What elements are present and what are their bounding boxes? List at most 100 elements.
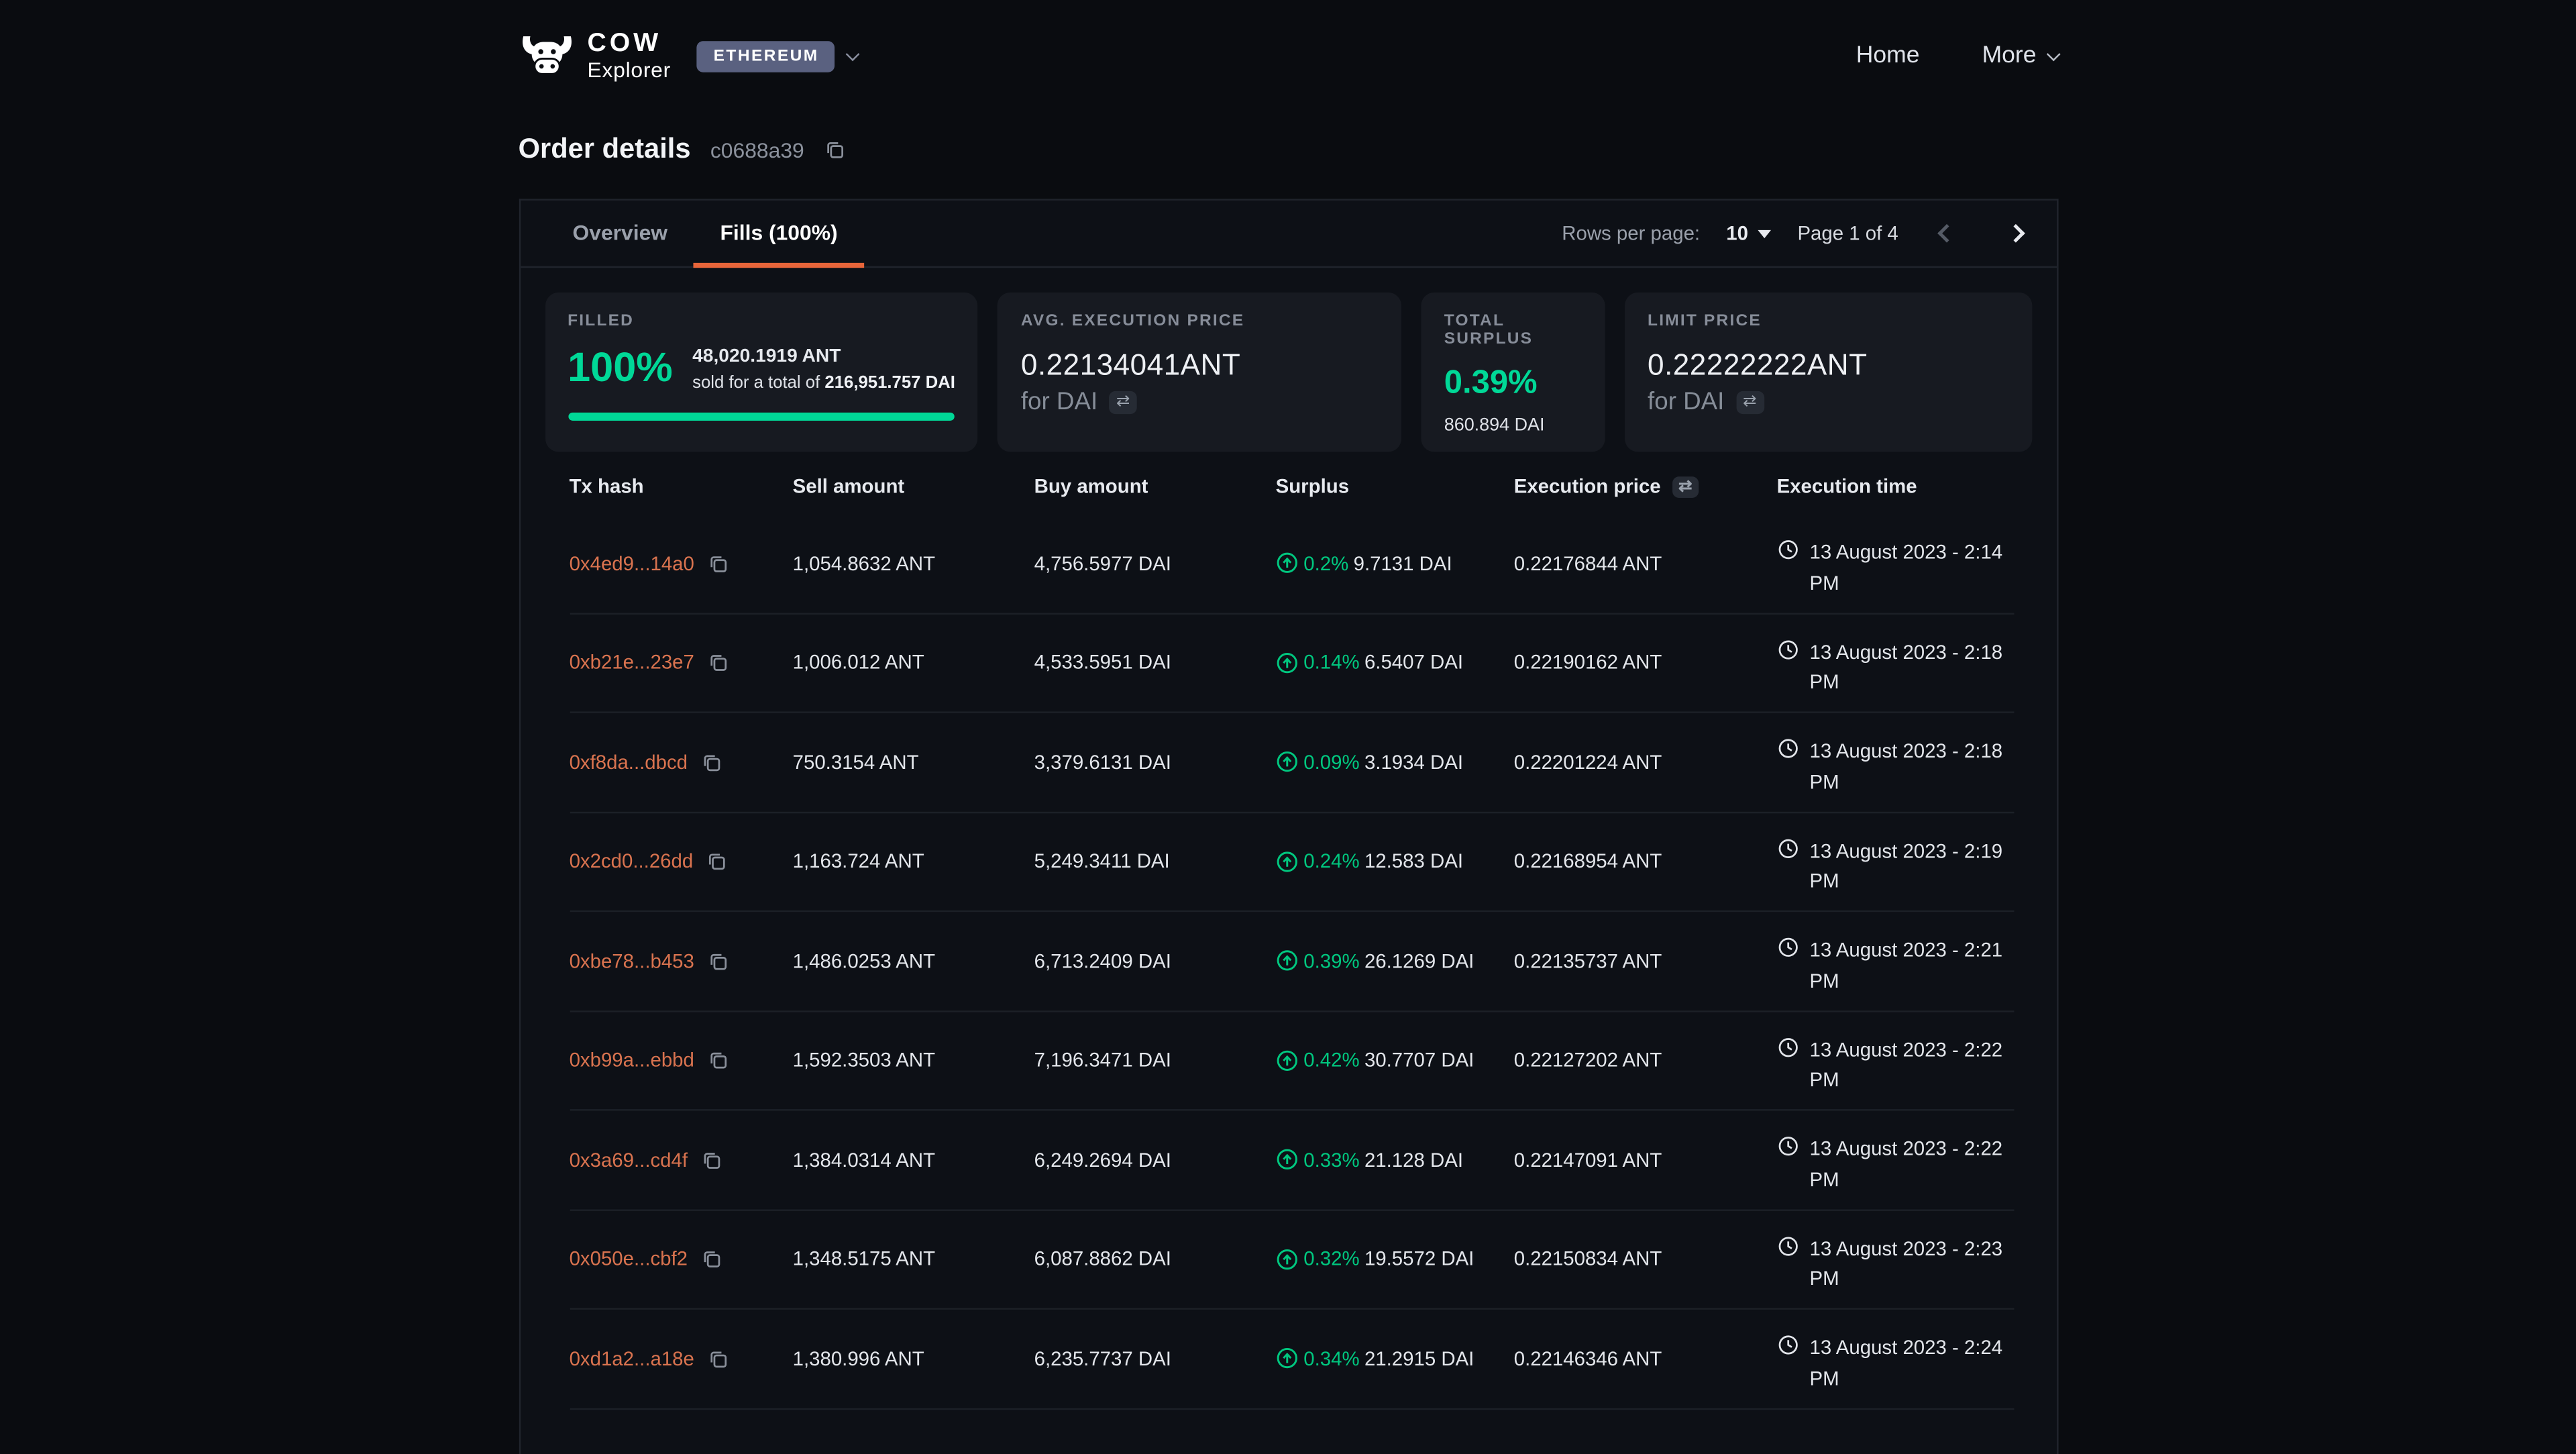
swap-icon[interactable]: ⇄ <box>1109 391 1137 413</box>
tx-hash-link[interactable]: 0x4ed9...14a0 <box>570 552 694 574</box>
clock-icon <box>1777 837 1799 859</box>
top-nav: Home More <box>1856 43 2058 69</box>
col-execution-time: Execution time <box>1777 475 2014 498</box>
buy-amount: 6,235.7737 DAI <box>1034 1347 1276 1370</box>
limit-price-label: LIMIT PRICE <box>1648 312 2008 330</box>
summary-cards: FILLED 100% 48,020.1919 ANT sold for a t… <box>520 268 2056 452</box>
tx-hash-link[interactable]: 0xf8da...dbcd <box>570 751 688 774</box>
filled-sold-total: sold for a total of 216,951.757 DAI <box>692 370 955 394</box>
surplus-amount: 12.583 DAI <box>1364 850 1463 873</box>
table-row: 0x2cd0...26dd 1,163.724 ANT 5,249.3411 D… <box>570 813 2014 912</box>
total-surplus-label: TOTAL SURPLUS <box>1444 312 1582 348</box>
cow-icon <box>519 34 574 77</box>
tx-hash-link[interactable]: 0xd1a2...a18e <box>570 1347 694 1370</box>
filled-progress-fill <box>568 412 955 420</box>
tab-overview[interactable]: Overview <box>546 201 694 267</box>
table-row: 0x3a69...cd4f 1,384.0314 ANT 6,249.2694 … <box>570 1111 2014 1210</box>
surplus-up-icon <box>1276 1348 1297 1369</box>
swap-icon[interactable]: ⇄ <box>1672 476 1699 497</box>
network-selector[interactable]: ETHEREUM <box>697 40 858 72</box>
rows-per-page-select[interactable]: 10 <box>1726 222 1771 245</box>
copy-icon[interactable] <box>707 951 727 970</box>
copy-icon[interactable] <box>701 752 720 772</box>
copy-icon[interactable] <box>707 653 727 672</box>
surplus-percent: 0.39% <box>1303 949 1359 972</box>
filled-amount: 48,020.1919 ANT <box>692 345 955 370</box>
sell-amount: 1,592.3503 ANT <box>793 1049 1034 1072</box>
execution-price: 0.22147091 ANT <box>1514 1148 1777 1171</box>
surplus-amount: 3.1934 DAI <box>1364 751 1463 774</box>
network-badge[interactable]: ETHEREUM <box>697 40 835 72</box>
prev-page-button[interactable] <box>1925 212 1968 255</box>
buy-amount: 5,249.3411 DAI <box>1034 850 1276 873</box>
sell-amount: 1,384.0314 ANT <box>793 1148 1034 1171</box>
avg-price-value: 0.22134041ANT <box>1021 348 1379 382</box>
filled-card: FILLED 100% 48,020.1919 ANT sold for a t… <box>545 293 978 452</box>
surplus-amount: 30.7707 DAI <box>1364 1049 1474 1072</box>
tx-hash-link[interactable]: 0x050e...cbf2 <box>570 1247 688 1270</box>
copy-icon[interactable] <box>701 1150 720 1170</box>
avg-price-per: for DAI <box>1021 388 1097 416</box>
buy-amount: 6,087.8862 DAI <box>1034 1247 1276 1270</box>
tab-fills[interactable]: Fills (100%) <box>694 201 864 267</box>
copy-icon[interactable] <box>706 851 726 871</box>
sell-amount: 1,380.996 ANT <box>793 1347 1034 1370</box>
logo-title: COW <box>588 31 671 58</box>
table-row: 0x4ed9...14a0 1,054.8632 ANT 4,756.5977 … <box>570 515 2014 614</box>
copy-icon[interactable] <box>707 1349 727 1368</box>
execution-time: 13 August 2023 - 2:24 PM <box>1810 1333 2014 1394</box>
rows-per-page-label: Rows per page: <box>1562 222 1700 245</box>
col-buy-amount: Buy amount <box>1034 475 1276 498</box>
fills-table-body: 0x4ed9...14a0 1,054.8632 ANT 4,756.5977 … <box>570 515 2014 1409</box>
surplus-up-icon <box>1276 652 1297 674</box>
limit-price-per: for DAI <box>1648 388 1724 416</box>
execution-price: 0.22190162 ANT <box>1514 651 1777 674</box>
tx-hash-link[interactable]: 0x3a69...cd4f <box>570 1148 688 1171</box>
table-row: 0xb21e...23e7 1,006.012 ANT 4,533.5951 D… <box>570 614 2014 713</box>
avg-execution-price-card: AVG. EXECUTION PRICE 0.22134041ANT for D… <box>998 293 1401 452</box>
sell-amount: 1,006.012 ANT <box>793 651 1034 674</box>
buy-amount: 6,249.2694 DAI <box>1034 1148 1276 1171</box>
surplus-percent: 0.24% <box>1303 850 1359 873</box>
col-tx-hash: Tx hash <box>570 475 793 498</box>
surplus-percent: 0.34% <box>1303 1347 1359 1370</box>
top-bar: COW Explorer ETHEREUM Home More <box>519 0 2058 112</box>
execution-price: 0.22150834 ANT <box>1514 1247 1777 1270</box>
surplus-up-icon <box>1276 950 1297 972</box>
surplus-amount: 19.5572 DAI <box>1364 1247 1474 1270</box>
limit-price-value: 0.22222222ANT <box>1648 348 2008 382</box>
table-header: Tx hash Sell amount Buy amount Surplus E… <box>570 458 2014 514</box>
clock-icon <box>1777 1235 1799 1256</box>
tx-hash-link[interactable]: 0xb21e...23e7 <box>570 651 694 674</box>
buy-amount: 6,713.2409 DAI <box>1034 949 1276 972</box>
execution-price: 0.22146346 ANT <box>1514 1347 1777 1370</box>
swap-icon[interactable]: ⇄ <box>1736 391 1764 413</box>
copy-icon[interactable] <box>701 1249 720 1269</box>
nav-home[interactable]: Home <box>1856 43 1920 69</box>
execution-time: 13 August 2023 - 2:21 PM <box>1810 935 2014 996</box>
surplus-amount: 21.2915 DAI <box>1364 1347 1474 1370</box>
execution-time: 13 August 2023 - 2:22 PM <box>1810 1134 2014 1195</box>
sell-amount: 1,163.724 ANT <box>793 850 1034 873</box>
copy-icon[interactable] <box>707 1051 727 1070</box>
chevron-left-icon <box>1937 224 1955 243</box>
cow-explorer-logo[interactable]: COW Explorer <box>519 31 671 81</box>
total-surplus-card: TOTAL SURPLUS 0.39% 860.894 DAI <box>1421 293 1605 452</box>
tx-hash-link[interactable]: 0xb99a...ebbd <box>570 1049 694 1072</box>
limit-price-card: LIMIT PRICE 0.22222222ANT for DAI ⇄ <box>1625 293 2031 452</box>
col-execution-price: Execution price ⇄ <box>1514 475 1777 498</box>
surplus-amount: 9.7131 DAI <box>1354 552 1452 574</box>
sell-amount: 750.3154 ANT <box>793 751 1034 774</box>
copy-icon[interactable] <box>707 554 727 573</box>
nav-more[interactable]: More <box>1982 43 2058 69</box>
tx-hash-link[interactable]: 0xbe78...b453 <box>570 949 694 972</box>
execution-price: 0.22176844 ANT <box>1514 552 1777 574</box>
surplus-percent: 0.14% <box>1303 651 1359 674</box>
execution-time: 13 August 2023 - 2:19 PM <box>1810 835 2014 896</box>
next-page-button[interactable] <box>1994 212 2037 255</box>
copy-icon[interactable] <box>824 140 843 159</box>
tx-hash-link[interactable]: 0x2cd0...26dd <box>570 850 694 873</box>
surplus-up-icon <box>1276 751 1297 773</box>
execution-time: 13 August 2023 - 2:14 PM <box>1810 537 2014 599</box>
table-row: 0x050e...cbf2 1,348.5175 ANT 6,087.8862 … <box>570 1210 2014 1310</box>
